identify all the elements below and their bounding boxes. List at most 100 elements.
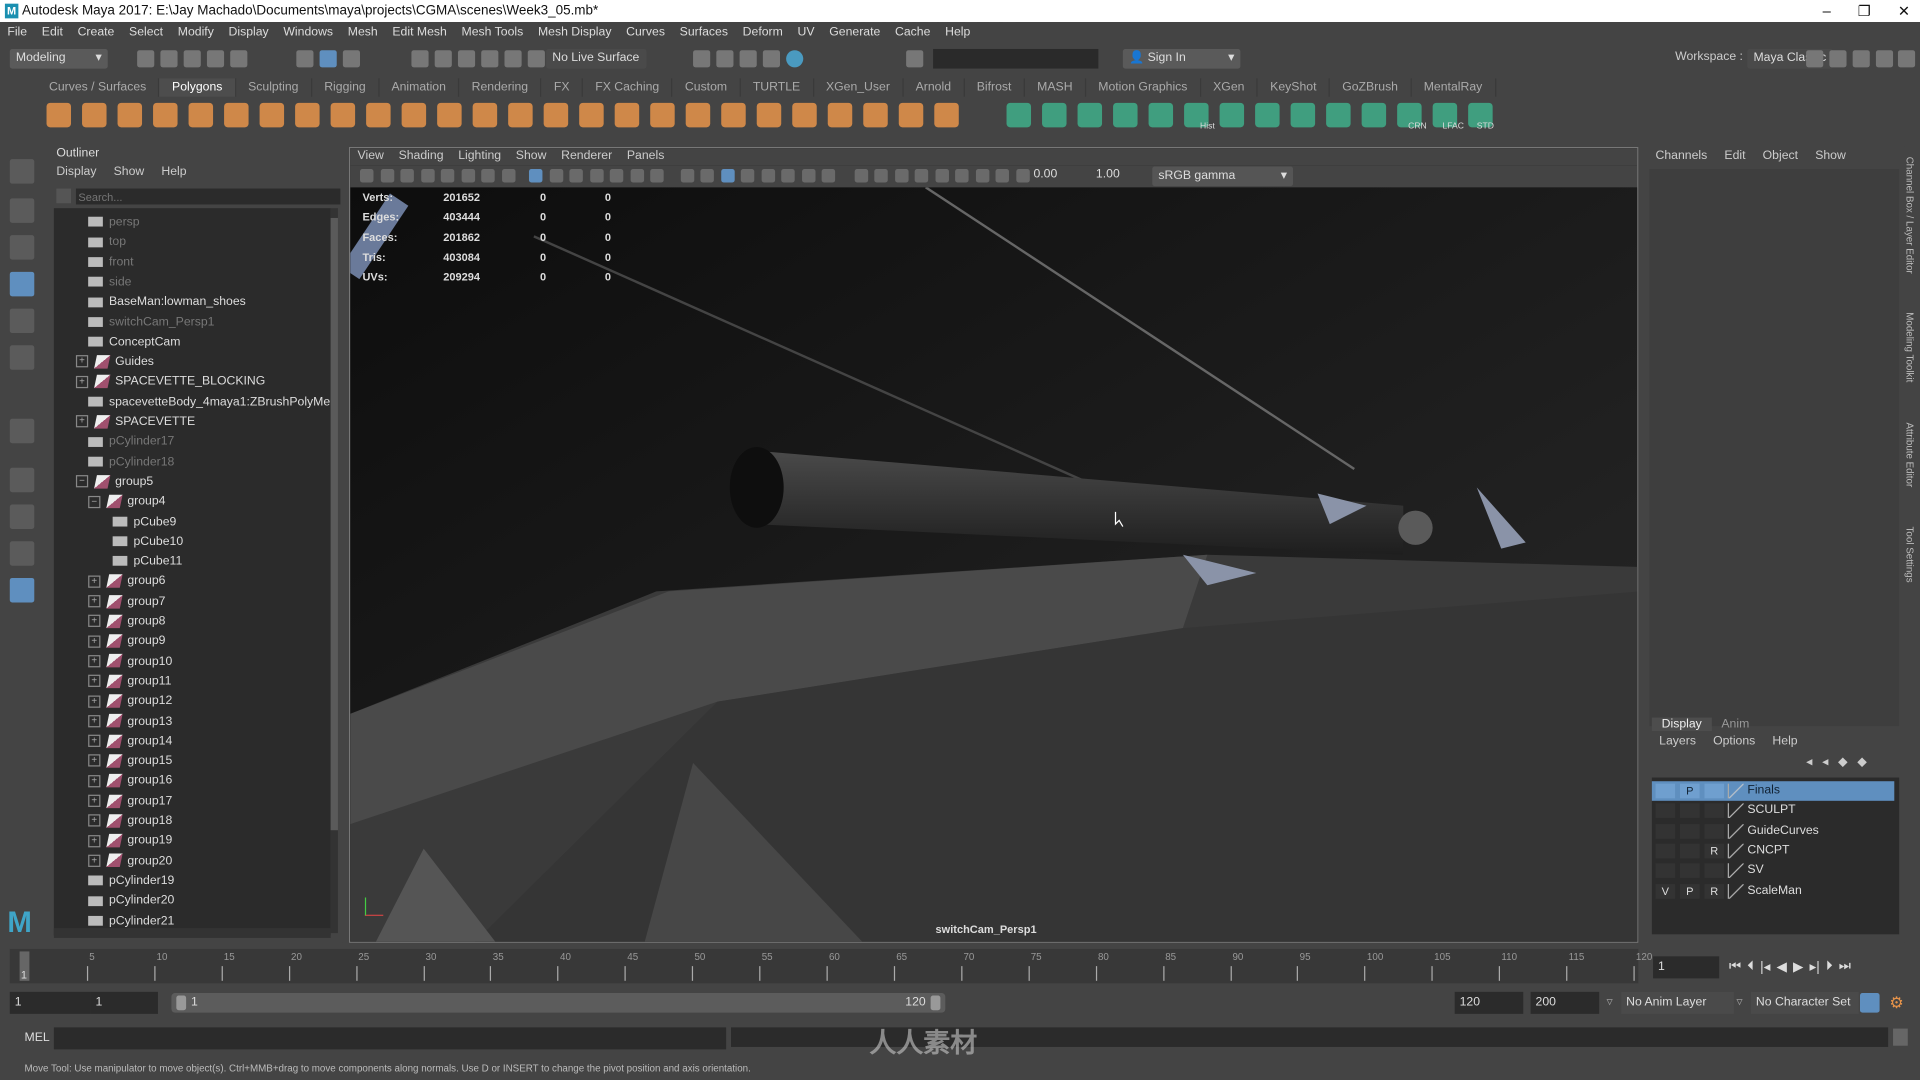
tab-custom[interactable]: Custom: [673, 78, 741, 97]
undo-icon[interactable]: [206, 50, 225, 68]
layer-row[interactable]: R CNCPT: [1652, 841, 1894, 861]
move-tool-icon[interactable]: [9, 271, 35, 297]
channel-box-menu-channels[interactable]: Channels: [1656, 149, 1708, 162]
menu-surfaces[interactable]: Surfaces: [672, 22, 735, 44]
animation-preferences-icon[interactable]: ⚙: [1889, 993, 1903, 1013]
expand-toggle-icon[interactable]: +: [75, 375, 89, 388]
layout-icon[interactable]: [1806, 50, 1824, 68]
layout-icon[interactable]: [1852, 50, 1870, 68]
viewport-menu-view[interactable]: View: [350, 148, 391, 165]
channel-box-menu-edit[interactable]: Edit: [1724, 149, 1745, 162]
step-forward-frame-icon[interactable]: ⏵: [1826, 959, 1833, 975]
anim-layer-dropdown[interactable]: No Anim Layer: [1621, 991, 1734, 1014]
viewport-toolbar-icon[interactable]: [781, 168, 795, 183]
rotate-tool-icon[interactable]: [9, 308, 35, 334]
viewport-toolbar-icon[interactable]: [1015, 168, 1030, 183]
layer-row[interactable]: P Finals: [1651, 781, 1895, 801]
shelf-tool-icon[interactable]: [472, 102, 498, 128]
viewport-toolbar-icon[interactable]: [630, 168, 644, 183]
command-input[interactable]: [53, 1027, 727, 1050]
layer-r-toggle[interactable]: [1704, 863, 1725, 879]
layer-color-swatch[interactable]: [1727, 843, 1744, 859]
sign-in-dropdown[interactable]: 👤 Sign In ▾: [1122, 48, 1241, 69]
tab-keyshot[interactable]: KeyShot: [1258, 78, 1330, 97]
viewport-toolbar-icon[interactable]: [528, 168, 543, 183]
menu-windows[interactable]: Windows: [276, 22, 340, 44]
input-line-field[interactable]: [933, 48, 1099, 69]
shelf-tool-icon[interactable]: [1113, 102, 1138, 128]
viewport-toolbar-icon[interactable]: [874, 168, 888, 183]
hypershade-icon[interactable]: [786, 50, 804, 68]
layer-color-swatch[interactable]: [1727, 863, 1744, 879]
character-set-dropdown[interactable]: No Character Set: [1751, 991, 1859, 1014]
menu-select[interactable]: Select: [122, 22, 171, 44]
viewport-panel[interactable]: View Shading Lighting Show Renderer Panels 0.…: [348, 146, 1639, 943]
shelf-tool-icon[interactable]: [579, 102, 604, 128]
layer-p-toggle[interactable]: [1680, 863, 1700, 879]
viewport-toolbar-icon[interactable]: [854, 168, 868, 183]
shelf-tool-icon[interactable]: [1077, 102, 1103, 128]
layer-r-toggle[interactable]: [1704, 823, 1725, 839]
outliner-item[interactable]: + group9: [88, 632, 165, 652]
layer-menu-help[interactable]: Help: [1772, 735, 1797, 748]
outliner-item[interactable]: + group17: [88, 792, 172, 812]
expand-toggle-icon[interactable]: +: [75, 355, 89, 368]
layer-r-toggle[interactable]: [1704, 803, 1725, 819]
step-forward-key-icon[interactable]: ▸|: [1809, 959, 1819, 975]
outliner-layout-icon[interactable]: [9, 577, 35, 603]
outliner-item[interactable]: + SPACEVETTE_BLOCKING: [75, 373, 265, 393]
tab-turtle[interactable]: TURTLE: [741, 78, 814, 97]
snap-surface-icon[interactable]: [504, 50, 522, 68]
current-time-marker[interactable]: 1: [19, 951, 30, 981]
tab-curves-surfaces[interactable]: Curves / Surfaces: [37, 78, 160, 97]
outliner-item[interactable]: spacevetteBody_4maya1:ZBrushPolyMesh3D: [76, 393, 331, 413]
viewport-toolbar-icon[interactable]: [400, 168, 414, 183]
viewport-toolbar-icon[interactable]: [700, 168, 714, 183]
expand-toggle-icon[interactable]: +: [88, 575, 101, 588]
range-end-field[interactable]: 200: [1530, 991, 1600, 1014]
go-to-start-icon[interactable]: ⏮: [1729, 959, 1741, 975]
outliner-menu-show[interactable]: Show: [114, 165, 145, 178]
select-object-icon[interactable]: [319, 50, 337, 68]
select-component-icon[interactable]: [342, 50, 361, 68]
viewport-toolbar-icon[interactable]: [501, 168, 515, 183]
ipr-render-icon[interactable]: [739, 50, 757, 68]
snap-point-icon[interactable]: [457, 50, 476, 68]
select-hierarchy-icon[interactable]: [296, 50, 314, 68]
expand-toggle-icon[interactable]: +: [88, 694, 101, 708]
menu-help[interactable]: Help: [938, 22, 978, 44]
script-language-toggle[interactable]: MEL: [24, 1031, 49, 1044]
outliner-item[interactable]: + group7: [88, 592, 165, 612]
shelf-tool-icon[interactable]: [259, 102, 285, 128]
shelf-tool-icon[interactable]: [827, 102, 853, 128]
shelf-tool-icon[interactable]: [437, 102, 462, 128]
range-end-handle[interactable]: [930, 995, 941, 1011]
tab-mentalray[interactable]: MentalRay: [1411, 78, 1496, 97]
layer-v-toggle[interactable]: [1655, 783, 1676, 799]
play-backward-icon[interactable]: ◀: [1776, 959, 1786, 975]
open-scene-icon[interactable]: [160, 50, 178, 68]
tab-motion-graphics[interactable]: Motion Graphics: [1086, 78, 1201, 97]
menu-curves[interactable]: Curves: [619, 22, 672, 44]
viewport-menu-lighting[interactable]: Lighting: [451, 148, 509, 165]
menu-edit[interactable]: Edit: [34, 22, 70, 44]
layer-p-toggle[interactable]: [1680, 843, 1700, 859]
viewport-toolbar-icon[interactable]: [609, 168, 624, 183]
select-tool-icon[interactable]: [9, 159, 35, 184]
shelf-tool-icon[interactable]: [330, 102, 356, 128]
snap-curve-icon[interactable]: [434, 50, 452, 68]
side-tab[interactable]: Modeling Toolkit: [1904, 312, 1915, 382]
menu-create[interactable]: Create: [70, 22, 121, 44]
gamma-field[interactable]: 1.00: [1096, 168, 1120, 181]
menu-uv[interactable]: UV: [790, 22, 822, 44]
outliner-item[interactable]: pCube9: [100, 512, 176, 532]
tab-gozbrush[interactable]: GoZBrush: [1330, 78, 1412, 97]
channel-box-menu-show[interactable]: Show: [1815, 149, 1846, 162]
outliner-item[interactable]: + group19: [88, 832, 172, 852]
minimize-button[interactable]: –: [1823, 0, 1831, 22]
shelf-tool-icon[interactable]: [366, 102, 391, 128]
viewport-toolbar-icon[interactable]: [680, 168, 694, 183]
step-back-key-icon[interactable]: |◂: [1760, 959, 1770, 975]
layout-icon[interactable]: [1875, 50, 1894, 68]
tab-fx-caching[interactable]: FX Caching: [583, 78, 673, 97]
